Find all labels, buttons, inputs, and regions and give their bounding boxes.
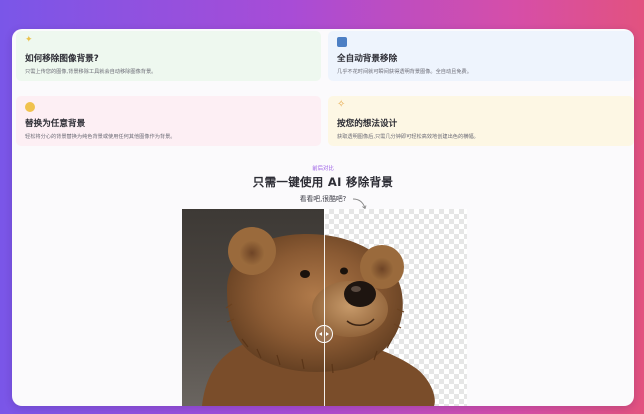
feature-description: 只需上传您的图像,背景移除工具就会自动移除图像背景。 [25,69,157,75]
feature-card-design: 按您的想法设计 获取透明图像后,只需几分钟即可轻松高效地创建出色的横幅。 [328,96,634,146]
smiley-face-icon [25,102,35,112]
before-after-badge: 前后对比 [312,166,334,172]
before-after-comparison[interactable] [182,209,467,406]
feature-description: 获取透明图像后,只需几分钟即可轻松高效地创建出色的横幅。 [337,134,479,140]
feature-description: 几乎不花时间就可瞬间获得透明背景图像。全自动且免费。 [337,69,472,75]
compare-divider [324,209,325,406]
compare-slider-handle-icon[interactable] [315,325,333,343]
feature-title: 按您的想法设计 [337,119,398,129]
feature-card-replace-background: 替换为任意背景 轻松将分心的背景替换为纯色背景或使用任何其他图像作为背景。 [16,96,321,146]
feature-title: 如何移除图像背景? [25,54,99,64]
feature-card-auto-removal: 全自动背景移除 几乎不花时间就可瞬间获得透明背景图像。全自动且免费。 [328,31,634,81]
confetti-icon [337,99,347,112]
feature-description: 轻松将分心的背景替换为纯色背景或使用任何其他图像作为背景。 [25,134,176,140]
sparkle-icon [25,35,35,47]
feature-card-how-to-remove: 如何移除图像背景? 只需上传您的图像,背景移除工具就会自动移除图像背景。 [16,31,321,81]
feature-title: 替换为任意背景 [25,119,86,129]
picture-frame-icon [337,37,347,47]
showcase-subheading: 看看吧,很酷吧? [299,195,347,203]
feature-title: 全自动背景移除 [337,54,398,64]
main-panel: 如何移除图像背景? 只需上传您的图像,背景移除工具就会自动移除图像背景。 全自动… [12,29,634,406]
showcase-heading: 只需一键使用 AI 移除背景 [252,175,394,189]
